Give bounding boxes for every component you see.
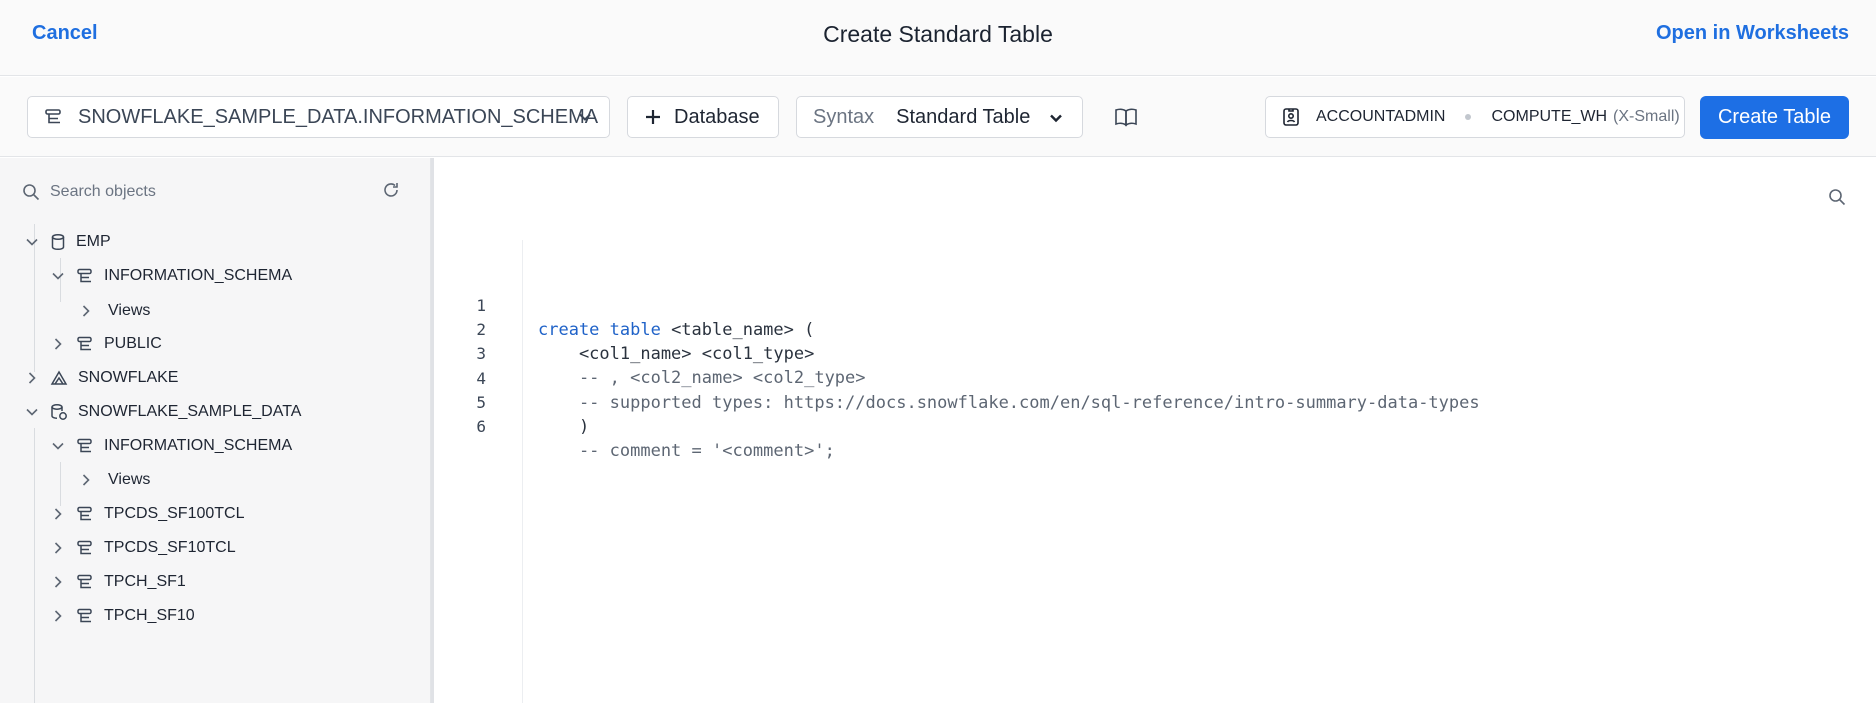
warehouse-label: COMPUTE_WH <box>1491 108 1608 125</box>
chevron-right-icon <box>54 610 62 622</box>
tree-item-label: INFORMATION_SCHEMA <box>104 267 293 284</box>
create-table-button[interactable]: Create Table <box>1700 96 1849 139</box>
chevron-down-icon <box>52 272 64 280</box>
schema-icon <box>76 438 94 454</box>
toolbar: SNOWFLAKE_SAMPLE_DATA.INFORMATION_SCHEMA… <box>0 77 1876 157</box>
plus-icon <box>644 108 662 126</box>
code-line: 3 -- , <col2_name> <col2_type> <box>434 318 1876 388</box>
tree-item-label: SNOWFLAKE_SAMPLE_DATA <box>78 403 302 420</box>
schema-icon <box>76 540 94 556</box>
tree-item-label: TPCDS_SF10TCL <box>104 539 236 556</box>
sql-editor[interactable]: 1 create table <table_name> ( 2 <col1_na… <box>434 158 1876 703</box>
chevron-down-icon <box>26 408 38 416</box>
documentation-book-icon[interactable] <box>1114 107 1138 132</box>
code-text: ) <box>538 417 590 437</box>
chevron-down-icon <box>575 107 595 133</box>
tree-item-information-schema[interactable]: INFORMATION_SCHEMA <box>50 259 292 293</box>
chevron-right-icon <box>54 542 62 554</box>
syntax-selector[interactable]: Syntax Standard Table <box>796 96 1083 138</box>
line-number: 6 <box>476 417 486 436</box>
tree-item-label: EMP <box>76 233 111 250</box>
tree-item-label: Views <box>108 471 151 488</box>
role-badge-icon <box>1282 107 1300 127</box>
tree-item-snowflake[interactable]: SNOWFLAKE <box>24 361 178 395</box>
database-schema-selector[interactable]: SNOWFLAKE_SAMPLE_DATA.INFORMATION_SCHEMA <box>27 96 610 138</box>
role-label: ACCOUNTADMIN <box>1316 108 1446 125</box>
tree-item-label: PUBLIC <box>104 335 162 352</box>
schema-icon <box>76 268 94 284</box>
chevron-down-icon <box>1046 108 1066 134</box>
tree-item-tpcds-sf10tcl[interactable]: TPCDS_SF10TCL <box>50 531 236 565</box>
tree-item-label: INFORMATION_SCHEMA <box>104 437 293 454</box>
tree-item-label: TPCDS_SF100TCL <box>104 505 245 522</box>
tree-item-views[interactable]: Views <box>78 294 150 328</box>
code-comment: -- comment = '<comment>'; <box>538 441 835 461</box>
refresh-icon[interactable] <box>381 180 401 205</box>
code-line: 4 -- supported types: https://docs.snowf… <box>434 343 1876 413</box>
search-objects-input[interactable]: Search objects <box>22 180 406 204</box>
chevron-right-icon <box>82 474 90 486</box>
tree-item-tpch-sf10[interactable]: TPCH_SF10 <box>50 599 195 633</box>
schema-icon <box>76 608 94 624</box>
dialog-title: Create Standard Table <box>823 21 1053 47</box>
search-placeholder: Search objects <box>50 183 156 200</box>
chevron-right-icon <box>54 576 62 588</box>
tree-item-information-schema[interactable]: INFORMATION_SCHEMA <box>50 429 292 463</box>
chevron-right-icon <box>54 338 62 350</box>
tree-item-label: TPCH_SF1 <box>104 573 186 590</box>
database-icon <box>50 233 66 251</box>
warehouse-size-label: (X-Small) <box>1613 108 1680 125</box>
editor-search-icon[interactable] <box>1828 188 1846 211</box>
chevron-down-icon <box>52 442 64 450</box>
schema-icon <box>76 506 94 522</box>
tree-item-label: TPCH_SF10 <box>104 607 195 624</box>
tree-item-label: SNOWFLAKE <box>78 369 179 386</box>
open-in-worksheets-button[interactable]: Open in Worksheets <box>1656 22 1849 45</box>
tree-item-public[interactable]: PUBLIC <box>50 327 162 361</box>
tree-item-tpch-sf1[interactable]: TPCH_SF1 <box>50 565 186 599</box>
add-database-label: Database <box>674 105 760 128</box>
code-line: 1 create table <table_name> ( <box>434 270 1876 340</box>
tree-item-tpcds-sf100tcl[interactable]: TPCDS_SF100TCL <box>50 497 245 531</box>
chevron-right-icon <box>54 508 62 520</box>
object-explorer-sidebar: Search objects EMP INFORMATION_SCHEMA Vi… <box>0 158 431 703</box>
code-line: 5 ) <box>434 367 1876 437</box>
role-warehouse-selector[interactable]: ACCOUNTADMIN COMPUTE_WH (X-Small) <box>1265 96 1685 138</box>
tree-item-views[interactable]: Views <box>78 463 150 497</box>
snowflake-share-icon <box>50 370 68 386</box>
tree-guide <box>34 428 35 703</box>
schema-icon <box>76 336 94 352</box>
add-database-button[interactable]: Database <box>627 96 779 138</box>
chevron-right-icon <box>82 305 90 317</box>
syntax-value: Standard Table <box>896 105 1031 128</box>
chevron-down-icon <box>26 238 38 246</box>
dialog-header: Cancel Create Standard Table Open in Wor… <box>0 0 1876 76</box>
schema-icon <box>76 574 94 590</box>
code-line: 6 -- comment = '<comment>'; <box>434 391 1876 461</box>
database-schema-label: SNOWFLAKE_SAMPLE_DATA.INFORMATION_SCHEMA <box>78 105 599 128</box>
separator-dot <box>1465 114 1472 120</box>
chevron-right-icon <box>28 372 36 384</box>
shared-database-icon <box>50 403 68 421</box>
schema-icon <box>44 108 64 126</box>
code-line: 2 <col1_name> <col1_type> <box>434 294 1876 364</box>
search-icon <box>22 183 40 201</box>
tree-item-snowflake-sample-data[interactable]: SNOWFLAKE_SAMPLE_DATA <box>24 395 301 429</box>
tree-item-label: Views <box>108 302 151 319</box>
syntax-label: Syntax <box>813 105 875 128</box>
tree-item-emp[interactable]: EMP <box>24 225 111 259</box>
